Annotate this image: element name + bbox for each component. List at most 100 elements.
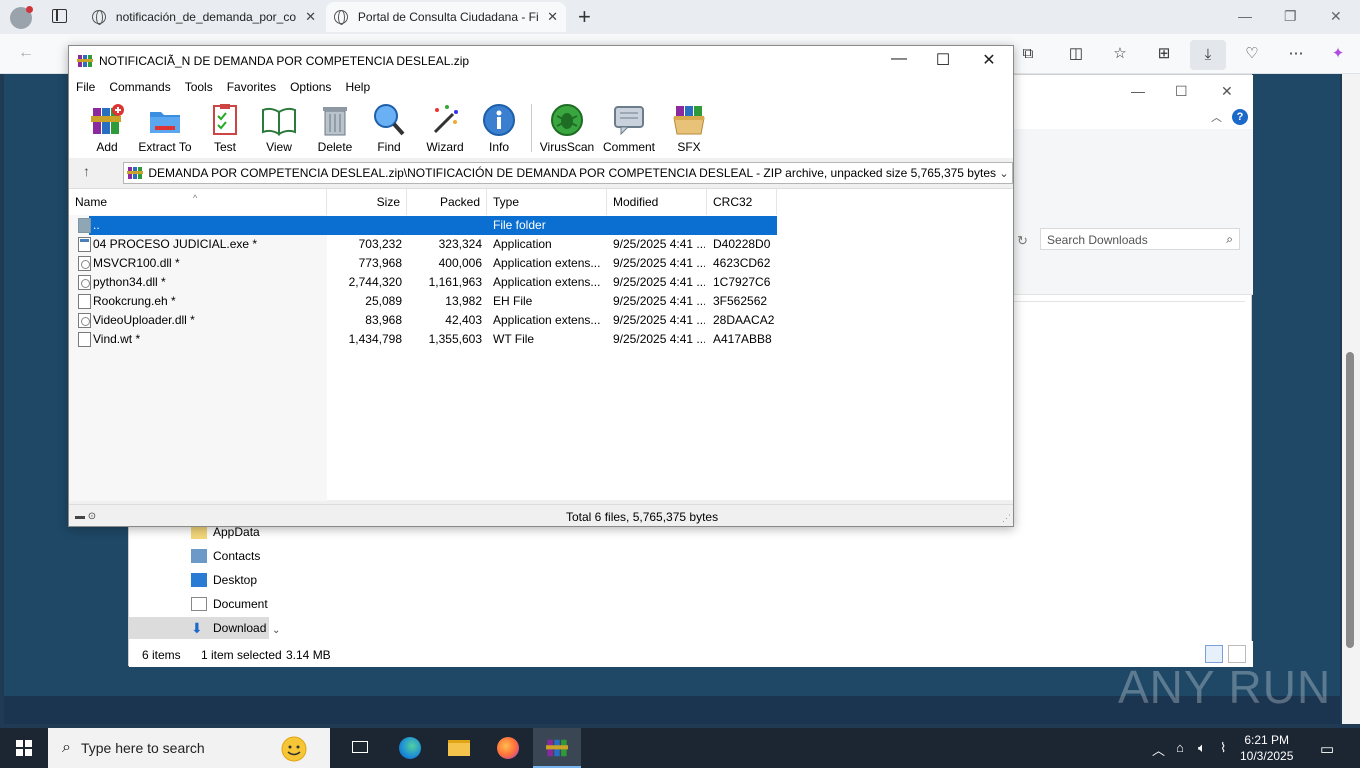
archive-path-field[interactable]: ACIÃ_N DE DEMANDA POR COMPETENCIA DESLEA… [123, 162, 1013, 184]
favorites-icon[interactable]: ☆ [1110, 44, 1130, 64]
chevron-up-icon[interactable]: ︿ [1152, 740, 1165, 759]
winrar-icon [546, 739, 568, 757]
winrar-maximize-button[interactable]: ☐ [923, 50, 963, 70]
table-row[interactable]: Rookcrung.eh * 25,089 13,982 EH File 9/25/20… [69, 292, 1013, 311]
copilot-icon[interactable]: ✦ [1328, 44, 1348, 64]
comment-button[interactable]: Comment [599, 102, 659, 154]
clock[interactable]: 6:21 PM 10/3/2025 [1240, 732, 1293, 764]
column-header-name[interactable]: ^ Name [69, 189, 327, 215]
chevron-down-icon[interactable]: ⌄ [996, 167, 1012, 180]
nav-item-desktop[interactable]: Desktop [191, 569, 257, 591]
menu-favorites[interactable]: Favorites [227, 80, 276, 94]
firefox-icon [497, 737, 519, 759]
minimize-button[interactable]: — [1238, 8, 1252, 24]
new-tab-button[interactable]: + [578, 4, 591, 30]
add-button[interactable]: Add [77, 102, 137, 154]
search-downloads-input[interactable]: Search Downloads ⌕ [1040, 228, 1240, 250]
explorer-maximize-button[interactable]: ☐ [1175, 83, 1188, 100]
nav-item-contacts[interactable]: Contacts [191, 545, 260, 567]
view-button[interactable]: View [249, 102, 309, 154]
task-view-button[interactable] [336, 728, 384, 768]
tab-label: notificación_de_demanda_por_co [115, 10, 297, 24]
cell-type: Application extens... [493, 275, 601, 289]
winrar-titlebar: NOTIFICACIÃ_N DE DEMANDA POR COMPETENCIA… [69, 46, 1013, 76]
wifi-icon[interactable]: ⌇ [1220, 740, 1226, 756]
profile-avatar[interactable] [10, 6, 33, 29]
column-header-label: Name [75, 195, 108, 209]
winrar-taskbar-button[interactable] [533, 728, 581, 768]
menu-commands[interactable]: Commands [109, 80, 170, 94]
archive-path-value: ACIÃ_N DE DEMANDA POR COMPETENCIA DESLEA… [147, 166, 996, 180]
winrar-minimize-button[interactable]: — [879, 50, 919, 68]
column-header-crc32[interactable]: CRC32 [707, 189, 777, 215]
sfx-button[interactable]: SFX [659, 102, 719, 154]
menu-options[interactable]: Options [290, 80, 331, 94]
explorer-minimize-button[interactable]: — [1131, 83, 1145, 99]
close-button[interactable]: ✕ [1330, 8, 1342, 25]
globe-icon [92, 10, 106, 25]
test-button[interactable]: Test [195, 102, 255, 154]
extensions-icon[interactable]: ⧉ [1018, 44, 1038, 64]
cell-packed: 13,982 [445, 294, 482, 308]
wizard-button[interactable]: Wizard [415, 102, 475, 154]
scrollbar-thumb[interactable] [1346, 352, 1354, 648]
tab-actions-icon[interactable] [52, 9, 67, 23]
table-row[interactable]: Vind.wt * 1,434,798 1,355,603 WT File 9/25/2… [69, 330, 1013, 349]
browser-essentials-icon[interactable]: ♡ [1242, 44, 1262, 64]
nav-scroll-down-icon[interactable]: ⌄ [272, 625, 280, 636]
resize-grip-icon[interactable]: ⋰ [1002, 513, 1011, 524]
help-icon[interactable]: ? [1232, 109, 1248, 125]
menu-help[interactable]: Help [345, 80, 370, 94]
tab-portal-consulta[interactable]: Portal de Consulta Ciudadana - Fi ✕ [326, 2, 566, 32]
volume-icon[interactable]: 🔈︎ [1198, 740, 1206, 756]
selection-size: 3.14 MB [286, 648, 331, 662]
extract-to-button[interactable]: Extract To [135, 102, 195, 154]
refresh-icon[interactable]: ↻ [1017, 233, 1028, 249]
table-row[interactable]: 04 PROCESO JUDICIAL.exe * 703,232 323,324 A… [69, 235, 1013, 254]
delete-button[interactable]: Delete [305, 102, 365, 154]
cell-modified: 9/25/2025 4:41 ... [613, 275, 705, 289]
explorer-close-button[interactable]: ✕ [1221, 83, 1233, 100]
info-button[interactable]: Info [469, 102, 529, 154]
collections-icon[interactable]: ⊞ [1154, 44, 1174, 64]
file-explorer-taskbar-button[interactable] [435, 728, 483, 768]
ribbon-collapse-icon[interactable]: ︿ [1211, 109, 1222, 125]
column-header-modified[interactable]: Modified [607, 189, 707, 215]
split-screen-icon[interactable]: ◫ [1066, 44, 1086, 64]
table-row[interactable]: python34.dll * 2,744,320 1,161,963 Applicat… [69, 273, 1013, 292]
notifications-icon[interactable]: ▭ [1320, 740, 1334, 758]
nav-item-documents[interactable]: Document [191, 593, 268, 615]
extract-to-label: Extract To [138, 140, 192, 154]
column-header-type[interactable]: Type [487, 189, 607, 215]
close-icon[interactable]: ✕ [305, 9, 316, 25]
table-row[interactable]: .. File folder [69, 216, 1013, 235]
cell-crc: 4623CD62 [713, 256, 771, 270]
menu-file[interactable]: File [76, 80, 95, 94]
table-row[interactable]: MSVCR100.dll * 773,968 400,006 Application … [69, 254, 1013, 273]
table-row[interactable]: VideoUploader.dll * 83,968 42,403 Applicati… [69, 311, 1013, 330]
column-header-label: CRC32 [713, 195, 753, 209]
more-icon[interactable]: ⋯ [1286, 44, 1306, 64]
network-icon[interactable]: ⌂ [1176, 740, 1184, 755]
dll-file-icon [78, 313, 91, 328]
back-icon[interactable]: ← [18, 44, 34, 62]
search-icon: ⌕ [62, 739, 71, 756]
winrar-close-button[interactable]: ✕ [969, 50, 1009, 70]
downloads-icon[interactable]: ⤓ [1190, 40, 1226, 70]
up-one-level-icon[interactable]: ↑ [83, 163, 90, 179]
start-button[interactable] [0, 728, 48, 768]
folder-icon [78, 218, 91, 233]
tab-notificacion[interactable]: notificación_de_demanda_por_co ✕ [84, 2, 324, 32]
column-header-packed[interactable]: Packed [407, 189, 487, 215]
find-button[interactable]: Find [359, 102, 419, 154]
cell-type: File folder [493, 218, 546, 232]
menu-tools[interactable]: Tools [185, 80, 213, 94]
virusscan-button[interactable]: VirusScan [537, 102, 597, 154]
close-icon[interactable]: ✕ [547, 9, 558, 25]
firefox-taskbar-button[interactable] [484, 728, 532, 768]
edge-taskbar-button[interactable] [386, 728, 434, 768]
restore-button[interactable]: ❐ [1284, 8, 1297, 25]
column-header-size[interactable]: Size [327, 189, 407, 215]
page-scrollbar[interactable] [1342, 74, 1360, 724]
nav-item-downloads[interactable]: ⬇ Download [129, 617, 269, 639]
